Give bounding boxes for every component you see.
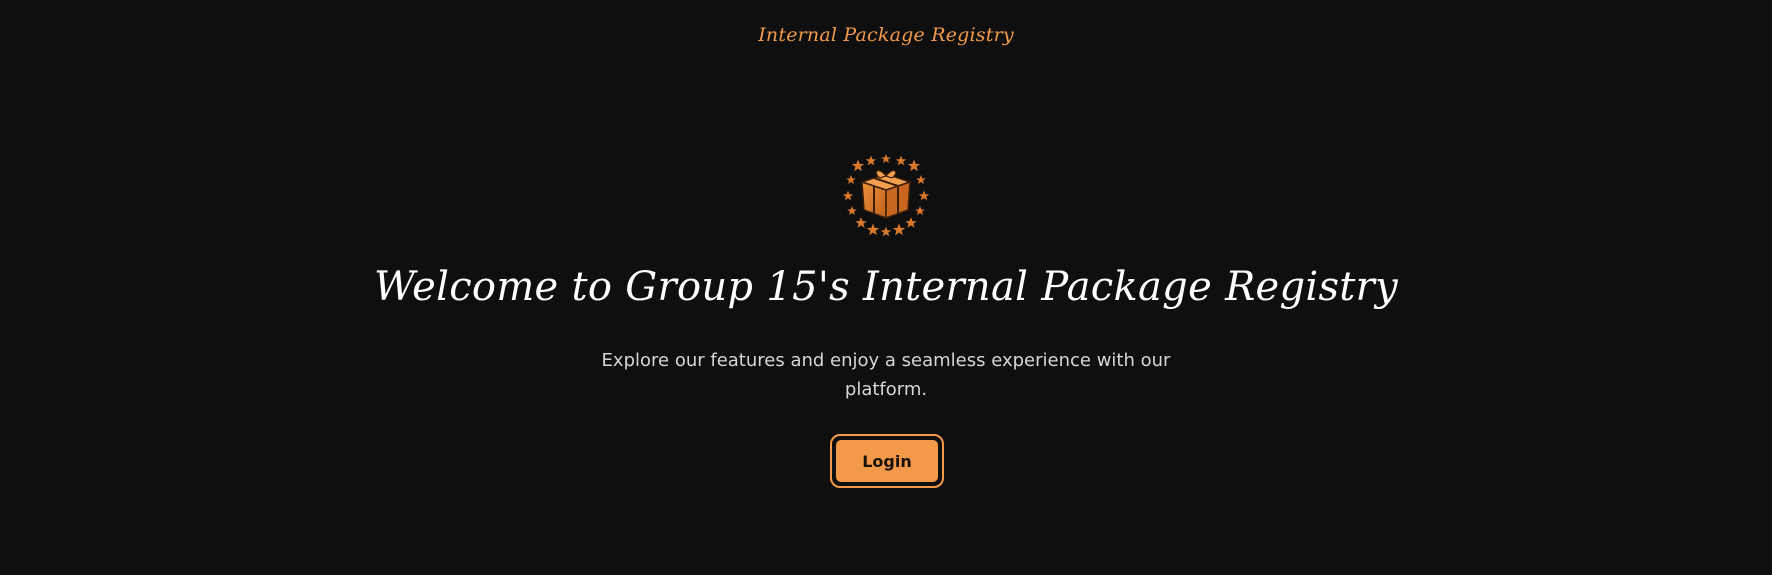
hero-subtitle: Explore our features and enjoy a seamles… bbox=[601, 350, 1171, 400]
site-title: Internal Package Registry bbox=[758, 24, 1014, 46]
page-title: Welcome to Group 15's Internal Package R… bbox=[374, 264, 1398, 310]
login-button-label: Login bbox=[834, 438, 940, 484]
gift-box-with-stars-icon bbox=[842, 152, 930, 240]
login-button[interactable]: Login bbox=[830, 434, 944, 488]
